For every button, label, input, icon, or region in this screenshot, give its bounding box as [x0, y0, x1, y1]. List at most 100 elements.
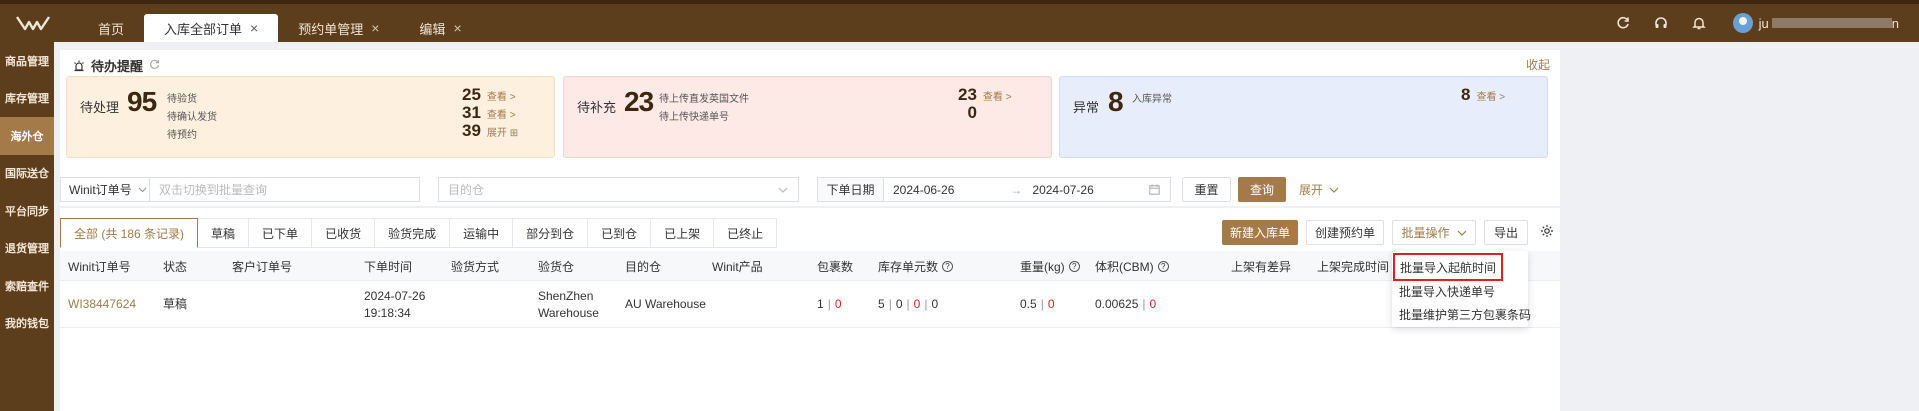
refresh-icon[interactable]	[149, 58, 160, 73]
gear-icon[interactable]	[1540, 224, 1554, 241]
headset-icon[interactable]	[1647, 13, 1675, 33]
tab-label: 预约单管理	[298, 21, 364, 37]
status-tab-shelved[interactable]: 已上架	[651, 218, 715, 248]
search-button[interactable]: 查询	[1238, 177, 1286, 202]
sidebar-item-inventory[interactable]: 库存管理	[0, 80, 54, 118]
filter-bar: Winit订单号 双击切换到批量查询 目的仓 下单日期 2024-06-26 →…	[60, 169, 1560, 206]
chevron-down-icon	[1329, 187, 1339, 193]
status-tab-arrived[interactable]: 已到仓	[588, 218, 652, 248]
export-button[interactable]: 导出	[1484, 220, 1528, 245]
winit-logo-icon[interactable]	[0, 4, 65, 42]
card-item: 待上传直发英国文件	[659, 94, 749, 105]
tab-inbound-orders[interactable]: 入库全部订单 ×	[144, 14, 279, 42]
help-icon[interactable]: ?	[1157, 260, 1169, 272]
range-arrow-icon: →	[1010, 182, 1023, 197]
col-packages: 包裹数	[817, 259, 854, 274]
username-suffix: n	[1891, 15, 1899, 31]
col-dest-warehouse: 目的仓	[625, 259, 662, 274]
menu-item-third-party-barcode[interactable]: 批量维护第三方包裹条码	[1399, 302, 1531, 326]
status-tab-received[interactable]: 已收货	[312, 218, 376, 248]
sidebar-item-products[interactable]: 商品管理	[0, 42, 54, 80]
expand-link[interactable]: 展开 ⊞	[487, 124, 521, 139]
date-label: 下单日期	[826, 183, 875, 197]
sidebar-item-wallet[interactable]: 我的钱包	[0, 305, 54, 343]
col-inspect-method: 验货方式	[451, 259, 500, 274]
menu-item-import-departure-time[interactable]: 批量导入起航时间	[1392, 253, 1504, 281]
card-label: 待补充	[577, 100, 617, 115]
col-inspect-warehouse: 验货仓	[538, 259, 575, 274]
card-item: 入库异常	[1132, 94, 1172, 105]
status-tab-all[interactable]: 全部 (共 186 条记录)	[60, 218, 199, 248]
card-item: 待预约	[167, 130, 197, 141]
status-tabs: 全部 (共 186 条记录) 草稿 已下单 已收货 验货完成 运输中 部分到仓 …	[60, 218, 778, 248]
count-value: 31	[462, 103, 481, 122]
status-tab-inspected[interactable]: 验货完成	[375, 218, 451, 248]
count-value: 8	[1461, 85, 1471, 104]
sidebar-item-platform-sync[interactable]: 平台同步	[0, 192, 54, 230]
expand-label: 展开	[1298, 183, 1323, 197]
date-to: 2024-07-26	[1032, 182, 1094, 197]
expand-filters-button[interactable]: 展开	[1294, 177, 1344, 202]
tab-edit[interactable]: 编辑 ×	[399, 14, 481, 42]
sidebar-item-claims[interactable]: 索赔查件	[0, 267, 54, 305]
order-number-input[interactable]: 双击切换到批量查询	[149, 177, 420, 202]
warehouse-select[interactable]: 目的仓	[438, 177, 799, 202]
col-label: 库存单元数	[878, 259, 939, 274]
help-icon[interactable]: ?	[1068, 260, 1080, 272]
collapse-link[interactable]: 收起	[1526, 56, 1550, 73]
order-number-placeholder: 双击切换到批量查询	[159, 183, 268, 197]
tab-appointments[interactable]: 预约单管理 ×	[278, 14, 399, 42]
card-item: 待上传快递单号	[659, 112, 729, 123]
view-link[interactable]: 查看 >	[983, 88, 1017, 103]
new-inbound-order-button[interactable]: 新建入库单	[1222, 220, 1298, 245]
sidebar: 商品管理 库存管理 海外仓 国际送仓 平台同步 退货管理 索赔查件 我的钱包	[0, 42, 54, 411]
help-icon[interactable]: ?	[942, 260, 954, 272]
col-order-time: 下单时间	[364, 259, 413, 274]
inspect-warehouse-line: Warehouse	[538, 305, 599, 320]
order-number-link[interactable]: WI38447624	[68, 281, 136, 328]
menu-item-import-tracking-no[interactable]: 批量导入快递单号	[1399, 279, 1495, 303]
card-items: 待验货 待确认发货 待预约	[167, 91, 217, 145]
username-redacted	[1771, 18, 1892, 28]
sidebar-item-overseas-warehouse[interactable]: 海外仓	[0, 117, 54, 155]
tab-label: 入库全部订单	[164, 21, 243, 37]
calendar-icon	[1149, 184, 1160, 195]
warehouse-placeholder: 目的仓	[448, 183, 485, 197]
refresh-icon[interactable]	[1609, 13, 1637, 33]
todo-card-pending: 待处理 95 待验货 待确认发货 待预约 25 查看 > 31 查看 > 39 展开 …	[66, 76, 555, 158]
inspect-warehouse-cell: ShenZhen Warehouse	[538, 281, 599, 328]
chevron-down-icon	[1457, 230, 1467, 236]
status-tab-ordered[interactable]: 已下单	[249, 218, 313, 248]
col-product: Winit产品	[712, 259, 763, 274]
sidebar-item-returns[interactable]: 退货管理	[0, 230, 54, 268]
col-weight: 重量(kg)?	[1020, 251, 1080, 281]
close-icon[interactable]: ×	[250, 20, 258, 36]
card-label: 异常	[1073, 100, 1100, 115]
bell-icon[interactable]	[1685, 13, 1713, 33]
view-link[interactable]: 查看 >	[487, 88, 521, 103]
count-value: 39	[462, 121, 481, 140]
col-order-no: Winit订单号	[68, 259, 131, 274]
todo-header: 待办提醒	[73, 56, 160, 75]
status-tab-in-transit[interactable]: 运输中	[450, 218, 514, 248]
col-shelf-diff: 上架有差异	[1231, 259, 1292, 274]
status-tab-terminated[interactable]: 已终止	[714, 218, 778, 248]
count-value: 0	[967, 103, 977, 122]
close-icon[interactable]: ×	[453, 20, 461, 36]
chevron-down-icon	[778, 187, 788, 193]
order-type-select[interactable]: Winit订单号	[60, 177, 149, 202]
batch-actions-button[interactable]: 批量操作	[1392, 220, 1476, 245]
todo-title: 待办提醒	[91, 59, 144, 74]
close-icon[interactable]: ×	[371, 20, 379, 36]
tab-home[interactable]: 首页	[78, 14, 144, 42]
view-link[interactable]: 查看 >	[487, 106, 521, 121]
avatar[interactable]	[1732, 13, 1753, 33]
reset-button[interactable]: 重置	[1182, 177, 1231, 202]
status-tab-partial-arrived[interactable]: 部分到仓	[513, 218, 589, 248]
create-appointment-button[interactable]: 创建预约单	[1306, 220, 1384, 245]
sidebar-item-intl-delivery[interactable]: 国际送仓	[0, 155, 54, 193]
status-tab-draft[interactable]: 草稿	[198, 218, 250, 248]
user-menu[interactable]: ju n	[1759, 16, 1899, 31]
view-link[interactable]: 查看 >	[1476, 88, 1510, 103]
date-range-picker[interactable]: 2024-06-26 → 2024-07-26	[884, 177, 1171, 202]
